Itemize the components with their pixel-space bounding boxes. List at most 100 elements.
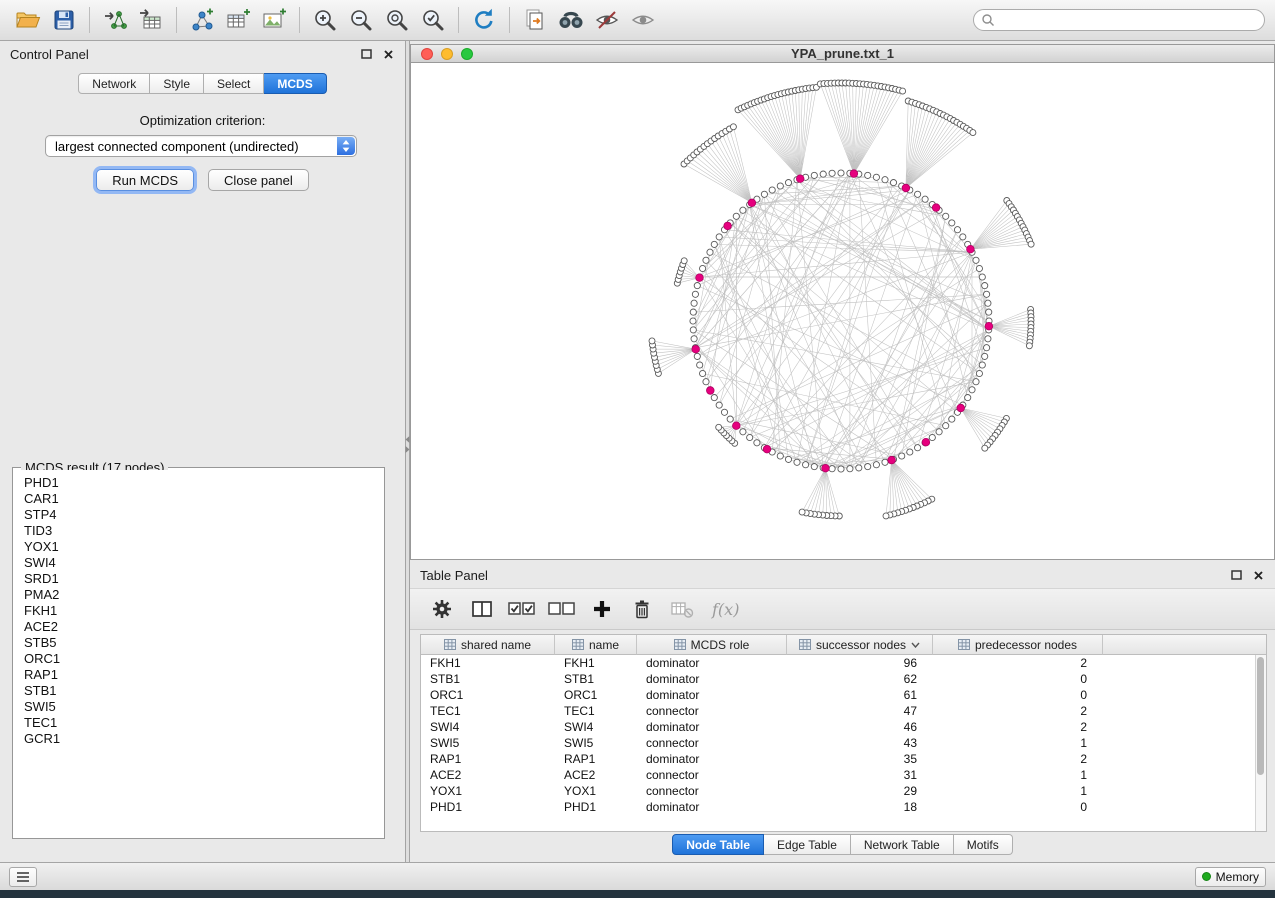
search-network-icon[interactable] — [553, 4, 589, 36]
mcds-result-item[interactable]: TEC1 — [24, 715, 382, 731]
open-icon[interactable] — [10, 4, 46, 36]
close-panel-button[interactable]: Close panel — [208, 169, 309, 191]
tab-edge-table[interactable]: Edge Table — [764, 834, 851, 855]
fx-button[interactable]: f(x) — [704, 594, 747, 624]
optimization-select[interactable]: largest connected component (undirected) — [45, 135, 357, 157]
column-label: MCDS role — [691, 638, 750, 652]
columns-icon[interactable] — [464, 594, 500, 624]
close-panel-icon[interactable] — [1252, 569, 1265, 582]
table-cell: STB1 — [555, 672, 637, 686]
settings-icon[interactable] — [424, 594, 460, 624]
new-table-icon[interactable] — [220, 4, 256, 36]
column-header-name[interactable]: name — [555, 635, 637, 655]
tab-motifs[interactable]: Motifs — [954, 834, 1013, 855]
column-header-predecessor-nodes[interactable]: predecessor nodes — [933, 635, 1103, 655]
table-row[interactable]: PHD1PHD1dominator180 — [421, 799, 1266, 815]
memory-button[interactable]: Memory — [1195, 867, 1266, 887]
network-canvas[interactable] — [410, 63, 1275, 560]
memory-label: Memory — [1216, 870, 1259, 884]
table-row[interactable]: YOX1YOX1connector291 — [421, 783, 1266, 799]
tab-select[interactable]: Select — [204, 73, 264, 94]
mcds-result-item[interactable]: ACE2 — [24, 619, 382, 635]
new-network-icon[interactable] — [184, 4, 220, 36]
zoom-in-icon[interactable] — [307, 4, 343, 36]
mcds-result-item[interactable]: SRD1 — [24, 571, 382, 587]
tab-style[interactable]: Style — [150, 73, 204, 94]
table-row[interactable]: FKH1FKH1dominator962 — [421, 655, 1266, 671]
search-field[interactable] — [973, 9, 1265, 31]
mcds-result-item[interactable]: YOX1 — [24, 539, 382, 555]
duplicate-icon[interactable] — [517, 4, 553, 36]
mcds-result-item[interactable]: CAR1 — [24, 491, 382, 507]
network-window-titlebar[interactable]: YPA_prune.txt_1 — [410, 44, 1275, 63]
table-row[interactable]: STB1STB1dominator620 — [421, 671, 1266, 687]
scrollbar-thumb[interactable] — [1257, 657, 1264, 775]
table-row[interactable]: ACE2ACE2connector311 — [421, 767, 1266, 783]
mcds-result-item[interactable]: PHD1 — [24, 475, 382, 491]
attribute-icon — [674, 639, 686, 650]
run-mcds-button[interactable]: Run MCDS — [96, 169, 194, 191]
zoom-out-icon[interactable] — [343, 4, 379, 36]
column-header-shared-name[interactable]: shared name — [421, 635, 555, 655]
mcds-result-item[interactable]: ORC1 — [24, 651, 382, 667]
table-row[interactable]: ORC1ORC1dominator610 — [421, 687, 1266, 703]
column-header-successor-nodes[interactable]: successor nodes — [787, 635, 933, 655]
float-panel-icon[interactable] — [360, 48, 373, 61]
tab-mcds[interactable]: MCDS — [264, 73, 326, 94]
network-graph[interactable] — [411, 63, 1274, 559]
show-all-icon[interactable] — [625, 4, 661, 36]
float-panel-icon[interactable] — [1230, 569, 1243, 582]
mcds-result-item[interactable]: RAP1 — [24, 667, 382, 683]
mcds-result-item[interactable]: SWI4 — [24, 555, 382, 571]
mcds-result-item[interactable]: STB5 — [24, 635, 382, 651]
zoom-selected-icon[interactable] — [415, 4, 451, 36]
column-label: shared name — [461, 638, 531, 652]
close-window-icon[interactable] — [421, 48, 433, 60]
status-menu-button[interactable] — [9, 867, 37, 887]
tab-network-table[interactable]: Network Table — [851, 834, 954, 855]
export-image-icon[interactable] — [256, 4, 292, 36]
mcds-result-item[interactable]: TID3 — [24, 523, 382, 539]
table-cell: ORC1 — [421, 688, 555, 702]
hide-selected-icon[interactable] — [589, 4, 625, 36]
table-panel-title: Table Panel — [420, 568, 488, 583]
delete-row-icon[interactable] — [624, 594, 660, 624]
minimize-window-icon[interactable] — [441, 48, 453, 60]
clear-table-icon[interactable] — [664, 594, 700, 624]
control-panel-header: Control Panel — [0, 41, 405, 67]
mcds-result-item[interactable]: PMA2 — [24, 587, 382, 603]
mcds-result-item[interactable]: FKH1 — [24, 603, 382, 619]
tab-network[interactable]: Network — [78, 73, 150, 94]
deselect-all-icon[interactable] — [544, 594, 580, 624]
zoom-window-icon[interactable] — [461, 48, 473, 60]
tab-node-table[interactable]: Node Table — [672, 834, 764, 855]
select-all-icon[interactable] — [504, 594, 540, 624]
add-row-icon[interactable] — [584, 594, 620, 624]
table-cell: 61 — [787, 688, 933, 702]
attribute-icon — [799, 639, 811, 650]
mcds-result-item[interactable]: GCR1 — [24, 731, 382, 747]
table-row[interactable]: RAP1RAP1dominator352 — [421, 751, 1266, 767]
hamburger-icon — [16, 871, 30, 883]
divider-collapse-icon[interactable] — [406, 436, 409, 453]
table-scrollbar[interactable] — [1255, 655, 1266, 831]
mcds-result-list[interactable]: PHD1CAR1STP4TID3YOX1SWI4SRD1PMA2FKH1ACE2… — [15, 470, 382, 836]
table-row[interactable]: SWI5SWI5connector431 — [421, 735, 1266, 751]
import-network-icon[interactable] — [97, 4, 133, 36]
close-panel-icon[interactable] — [382, 48, 395, 61]
column-label: name — [589, 638, 619, 652]
table-row[interactable]: TEC1TEC1connector472 — [421, 703, 1266, 719]
mcds-result-item[interactable]: STP4 — [24, 507, 382, 523]
attribute-icon — [572, 639, 584, 650]
search-input[interactable] — [999, 11, 1264, 29]
mcds-result-item[interactable]: SWI5 — [24, 699, 382, 715]
import-table-icon[interactable] — [133, 4, 169, 36]
refresh-icon[interactable] — [466, 4, 502, 36]
table-row[interactable]: SWI4SWI4dominator462 — [421, 719, 1266, 735]
zoom-fit-icon[interactable] — [379, 4, 415, 36]
mcds-result-item[interactable]: STB1 — [24, 683, 382, 699]
toolbar-icon-groups — [10, 4, 661, 36]
save-icon[interactable] — [46, 4, 82, 36]
table-cell: SWI4 — [421, 720, 555, 734]
column-header-mcds-role[interactable]: MCDS role — [637, 635, 787, 655]
